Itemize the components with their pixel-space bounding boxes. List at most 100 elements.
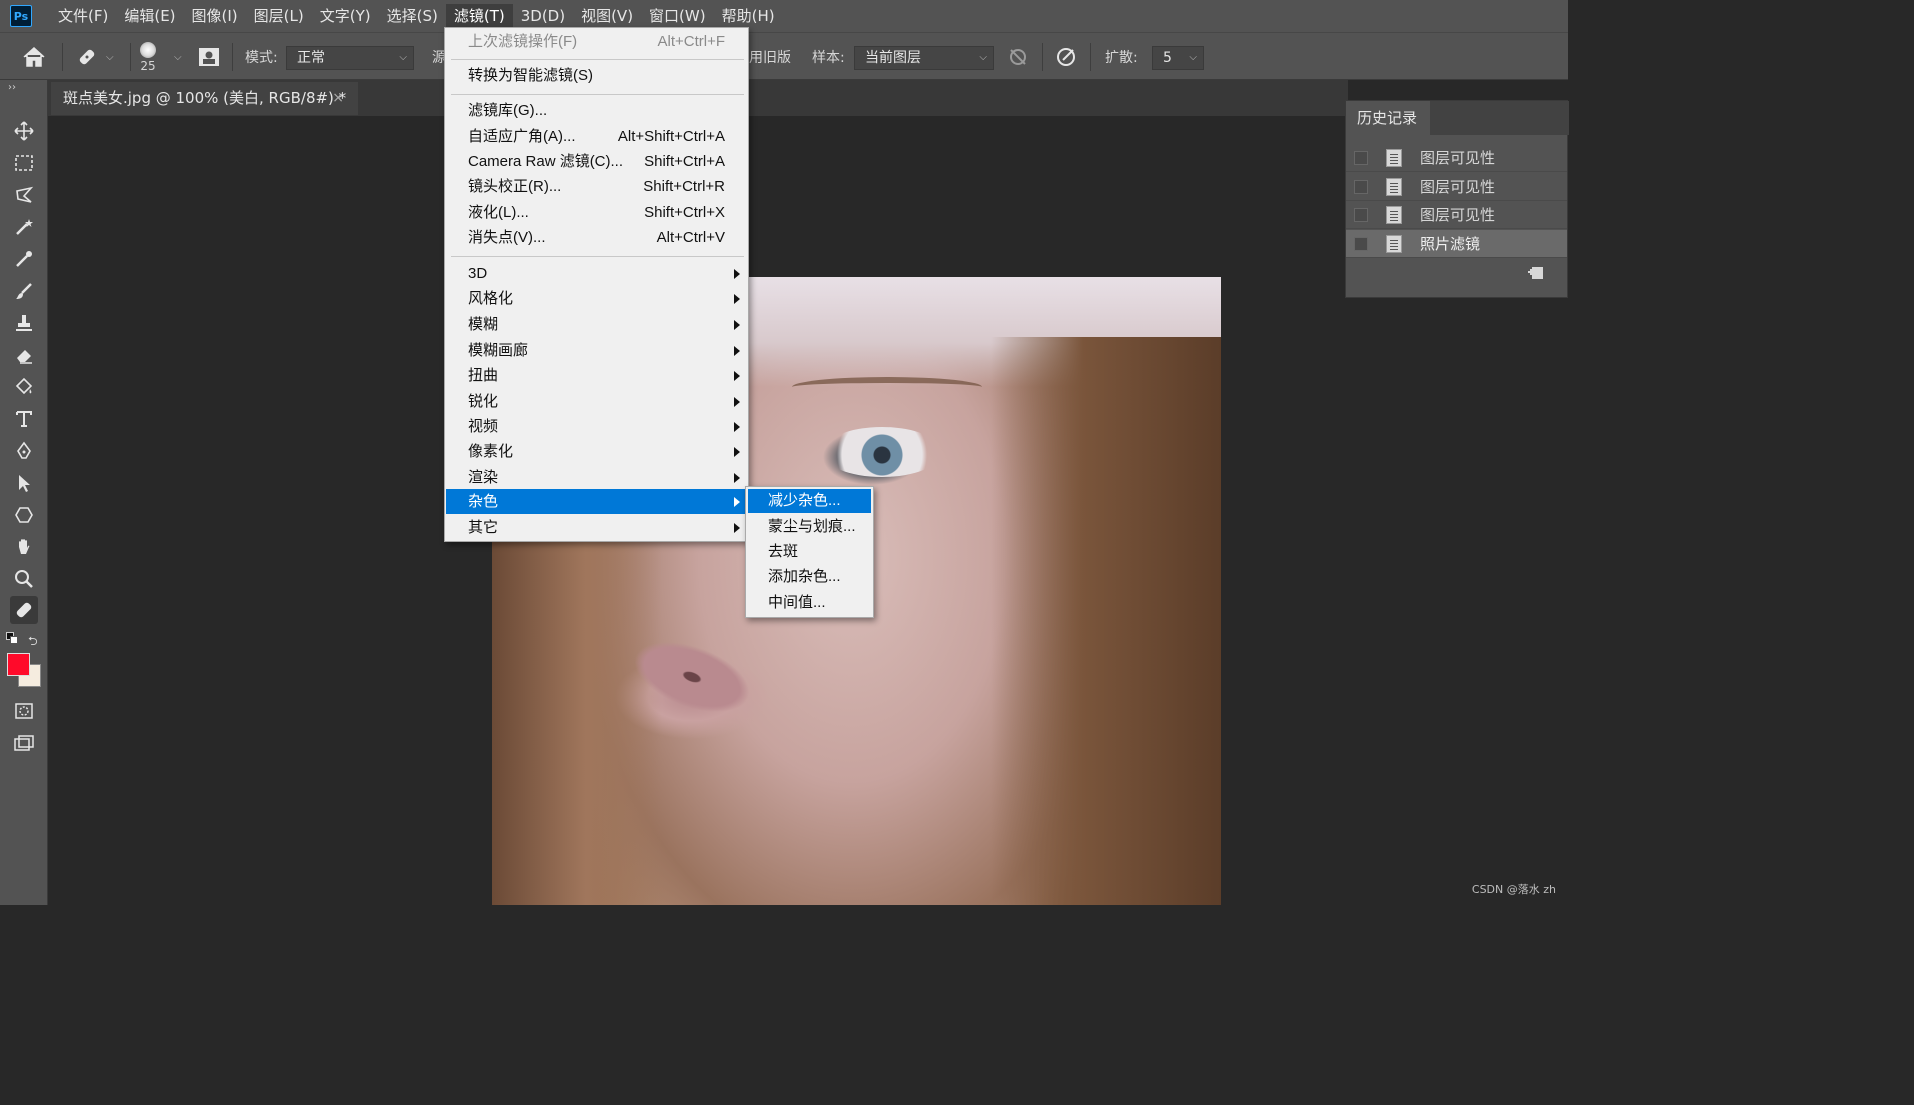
spot-healing-tool-icon[interactable] <box>10 596 38 624</box>
menu-item-label: 扭曲 <box>468 367 499 384</box>
history-state-icon <box>1386 148 1402 167</box>
history-checkbox[interactable] <box>1354 150 1368 165</box>
menu-separator <box>451 94 744 95</box>
menu-type[interactable]: 文字(Y) <box>312 4 379 28</box>
document-tab[interactable]: 斑点美女.jpg @ 100% (美白, RGB/8#) * × <box>51 82 358 115</box>
use-legacy-label: 用旧版 <box>749 50 791 66</box>
menu-edit[interactable]: 编辑(E) <box>116 4 183 28</box>
menu-window[interactable]: 窗口(W) <box>641 4 714 28</box>
history-checkbox[interactable] <box>1354 236 1368 251</box>
submenu-arrow-icon <box>734 346 740 356</box>
menu-item-other[interactable]: 其它 <box>446 515 747 540</box>
new-document-from-state-icon[interactable] <box>1527 265 1545 285</box>
menu-item-label: 锐化 <box>468 393 499 410</box>
foreground-color-swatch[interactable] <box>7 653 30 676</box>
ignore-adjustment-layers-icon[interactable] <box>1008 33 1028 81</box>
zoom-tool-icon[interactable] <box>10 565 38 593</box>
submenu-arrow-icon <box>734 523 740 533</box>
chevron-down-icon[interactable]: ⌵ <box>106 52 114 63</box>
swap-colors-icon[interactable]: ⮌ <box>28 632 38 653</box>
menu-3d[interactable]: 3D(D) <box>513 4 573 28</box>
menu-item-label: 模糊画廊 <box>468 342 529 359</box>
menu-item-render[interactable]: 渲染 <box>446 465 747 490</box>
diffusion-field[interactable]: 5 ⌵ <box>1152 46 1204 70</box>
sample-dropdown[interactable]: 当前图层 ⌵ <box>854 46 994 70</box>
paint-bucket-tool-icon[interactable] <box>10 373 38 401</box>
pen-tool-icon[interactable] <box>10 437 38 465</box>
path-selection-tool-icon[interactable] <box>10 469 38 497</box>
menu-item-convert-smart-filters[interactable]: 转换为智能滤镜(S) <box>446 63 747 88</box>
menu-item-label: 视频 <box>468 418 499 435</box>
menu-select[interactable]: 选择(S) <box>379 4 446 28</box>
submenu-item-add-noise[interactable]: 添加杂色... <box>748 565 871 589</box>
menu-file[interactable]: 文件(F) <box>50 4 116 28</box>
default-colors-icon[interactable] <box>6 632 18 644</box>
submenu-item-dust-and-scratches[interactable]: 蒙尘与划痕... <box>748 515 871 539</box>
diffusion-value: 5 <box>1163 50 1172 66</box>
menu-image[interactable]: 图像(I) <box>184 4 246 28</box>
menu-help[interactable]: 帮助(H) <box>714 4 783 28</box>
submenu-item-median[interactable]: 中间值... <box>748 591 871 615</box>
history-item[interactable]: 图层可见性 <box>1346 144 1567 172</box>
submenu-item-despeckle[interactable]: 去斑 <box>748 540 871 564</box>
chevron-down-icon[interactable]: ⌵ <box>174 52 182 63</box>
menu-layer[interactable]: 图层(L) <box>246 4 312 28</box>
history-tab[interactable]: 历史记录 <box>1346 101 1430 135</box>
marquee-tool-icon[interactable] <box>10 149 38 177</box>
menu-item-blur-gallery[interactable]: 模糊画廊 <box>446 338 747 363</box>
menu-item-3d[interactable]: 3D <box>446 261 747 286</box>
menu-item-label: 液化(L)... <box>468 204 529 221</box>
history-checkbox[interactable] <box>1354 207 1368 222</box>
menu-item-liquify[interactable]: 液化(L)... Shift+Ctrl+X <box>446 200 747 225</box>
menu-item-blur[interactable]: 模糊 <box>446 312 747 337</box>
submenu-item-reduce-noise[interactable]: 减少杂色... <box>748 489 871 513</box>
menu-item-label: 自适应广角(A)... <box>468 128 576 145</box>
move-tool-icon[interactable] <box>10 117 38 145</box>
menu-item-adaptive-wide-angle[interactable]: 自适应广角(A)... Alt+Shift+Ctrl+A <box>446 124 747 149</box>
eraser-tool-icon[interactable] <box>10 341 38 369</box>
mode-dropdown[interactable]: 正常 ⌵ <box>286 46 414 70</box>
submenu-arrow-icon <box>734 473 740 483</box>
brush-preset-picker[interactable]: 25 <box>140 33 156 81</box>
type-tool-icon[interactable] <box>10 405 38 433</box>
healing-brush-icon[interactable]: ⌵ <box>76 33 114 81</box>
eyedropper-tool-icon[interactable] <box>10 245 38 273</box>
menu-item-video[interactable]: 视频 <box>446 414 747 439</box>
watermark: CSDN @落水 zh <box>1471 883 1556 896</box>
home-icon[interactable] <box>22 33 46 81</box>
history-item-current[interactable]: 照片滤镜 <box>1346 230 1567 258</box>
close-icon[interactable]: × <box>332 82 344 115</box>
noise-submenu: 减少杂色... 蒙尘与划痕... 去斑 添加杂色... 中间值... <box>745 486 874 618</box>
quick-mask-icon[interactable] <box>10 697 38 725</box>
brush-settings-icon[interactable] <box>198 33 220 81</box>
history-item[interactable]: 图层可见性 <box>1346 173 1567 201</box>
history-item[interactable]: 图层可见性 <box>1346 201 1567 229</box>
menu-item-noise[interactable]: 杂色 <box>446 489 747 514</box>
shape-tool-icon[interactable] <box>10 501 38 529</box>
menu-item-last-filter[interactable]: 上次滤镜操作(F) Alt+Ctrl+F <box>446 29 747 54</box>
menu-item-stylize[interactable]: 风格化 <box>446 286 747 311</box>
menu-item-lens-correction[interactable]: 镜头校正(R)... Shift+Ctrl+R <box>446 174 747 199</box>
collapse-chevron-icon[interactable]: ›› <box>8 82 16 93</box>
magic-wand-tool-icon[interactable] <box>10 213 38 241</box>
menu-item-label: 消失点(V)... <box>468 229 546 246</box>
menu-item-distort[interactable]: 扭曲 <box>446 363 747 388</box>
menu-item-filter-gallery[interactable]: 滤镜库(G)... <box>446 98 747 123</box>
clone-stamp-tool-icon[interactable] <box>10 309 38 337</box>
chevron-down-icon: ⌵ <box>1189 52 1197 63</box>
menu-item-camera-raw[interactable]: Camera Raw 滤镜(C)... Shift+Ctrl+A <box>446 149 747 174</box>
menu-separator <box>451 59 744 60</box>
lasso-tool-icon[interactable] <box>10 181 38 209</box>
menu-filter[interactable]: 滤镜(T) <box>445 4 513 28</box>
screen-mode-icon[interactable] <box>10 729 38 757</box>
photo-region <box>492 537 662 905</box>
menu-item-vanishing-point[interactable]: 消失点(V)... Alt+Ctrl+V <box>446 225 747 250</box>
menu-item-label: 转换为智能滤镜(S) <box>468 67 593 84</box>
pressure-size-icon[interactable] <box>1055 33 1077 81</box>
menu-item-sharpen[interactable]: 锐化 <box>446 389 747 414</box>
hand-tool-icon[interactable] <box>10 533 38 561</box>
menu-item-pixelate[interactable]: 像素化 <box>446 439 747 464</box>
history-checkbox[interactable] <box>1354 179 1368 194</box>
brush-tool-icon[interactable] <box>10 277 38 305</box>
menu-view[interactable]: 视图(V) <box>573 4 641 28</box>
